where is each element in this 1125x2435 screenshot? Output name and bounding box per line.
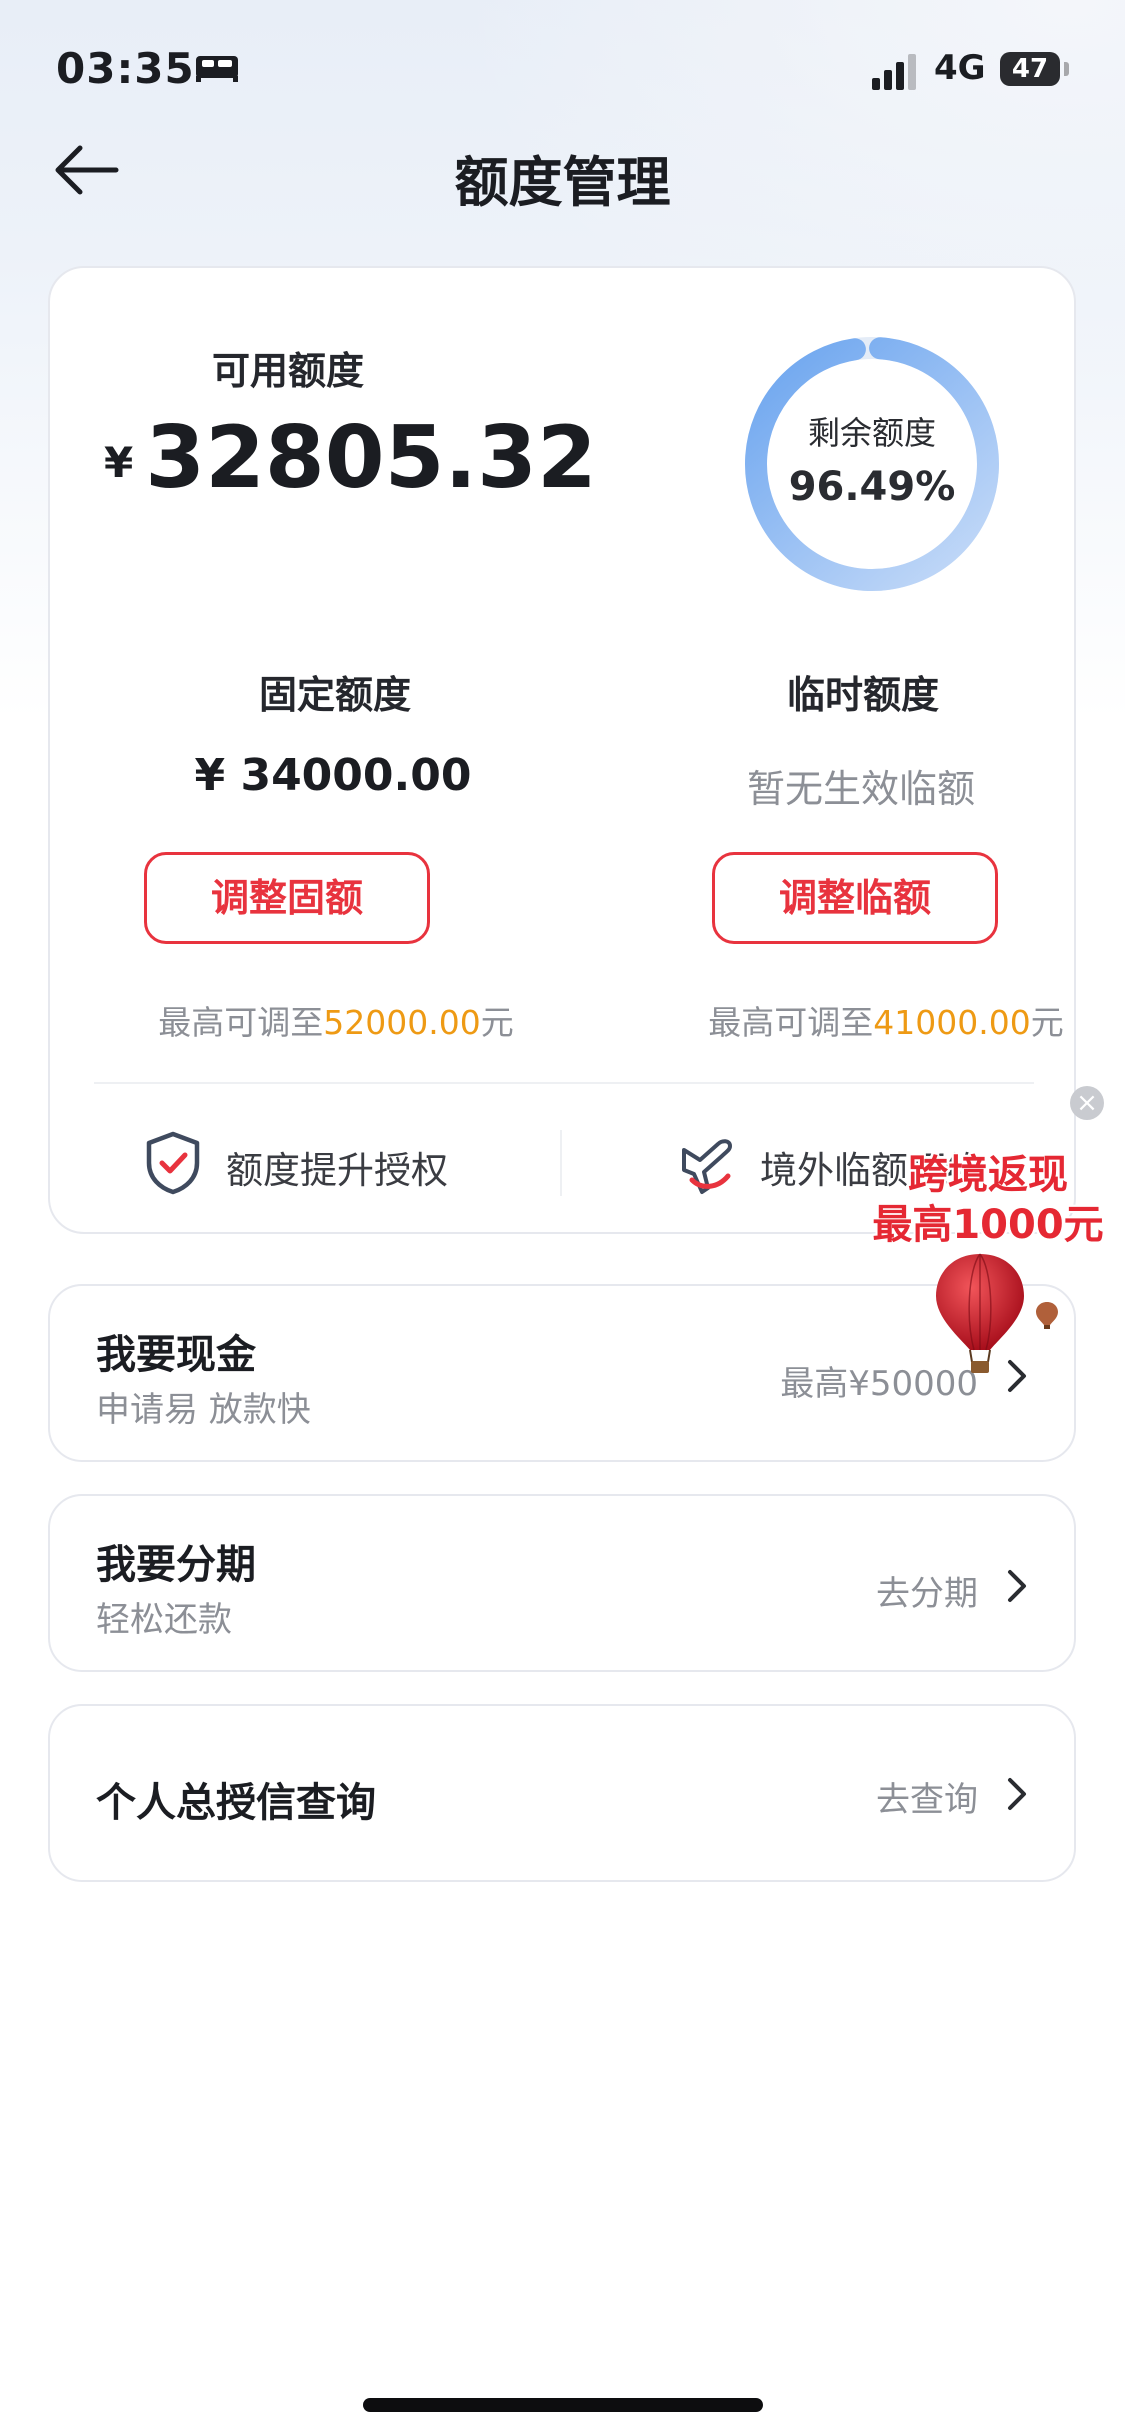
status-bar: 03:35 4G 47 [0,0,1125,140]
temp-limit-title: 临时额度 [786,673,939,717]
hot-air-balloon-icon [936,1253,1024,1373]
sleep-focus-icon [196,56,238,82]
max-suffix: 元 [1030,1003,1064,1042]
available-amount-value: 32805.32 [145,408,597,508]
page-title: 额度管理 [454,151,671,214]
network-type: 4G [934,48,986,88]
fixed-max-value: 52000.00 [323,1003,481,1042]
max-prefix: 最高可调至 [708,1003,874,1042]
credit-limit-card: 可用额度 ¥32805.32 剩余额度 96.49% 固定额度 ¥ 34000.… [48,266,1076,1234]
fixed-limit-title: 固定额度 [258,673,411,717]
chevron-right-icon [1008,1778,1026,1810]
max-suffix: 元 [480,1003,514,1042]
feature-label: 额度提升授权 [226,1149,448,1192]
row-title: 个人总授信查询 [96,1780,376,1826]
airplane-icon [682,1139,732,1194]
temp-limit-status: 暂无生效临额 [746,767,975,811]
fixed-max-note: 最高可调至52000.00元 [126,996,546,1044]
credit-report-row[interactable]: 个人总授信查询 去查询 [48,1704,1076,1882]
currency-symbol: ¥ [104,438,134,487]
shield-check-icon [146,1131,200,1195]
row-title: 我要分期 [96,1542,256,1588]
row-right-text: 去查询 [876,1780,978,1820]
temp-max-value: 41000.00 [873,1003,1031,1042]
row-subtitle: 轻松还款 [96,1600,232,1640]
row-subtitle: 申请易 放款快 [96,1390,311,1430]
limit-increase-auth-button[interactable]: 额度提升授权 [144,1120,524,1206]
ring-percent-value: 96.49% [788,464,956,510]
cash-loan-row[interactable]: 我要现金 申请易 放款快 最高¥50000 [48,1284,1076,1462]
ring-label: 剩余额度 [807,414,936,452]
feature-divider [560,1130,562,1196]
installment-row[interactable]: 我要分期 轻松还款 去分期 [48,1494,1076,1672]
status-time: 03:35 [56,44,195,93]
max-prefix: 最高可调至 [158,1003,324,1042]
cellular-signal-icon [872,54,916,90]
small-balloon-icon [1036,1302,1058,1329]
row-title: 我要现金 [96,1332,256,1378]
row-right-text: 去分期 [876,1574,978,1614]
temp-max-note: 最高可调至41000.00元 [676,996,1096,1044]
promo-line1: 跨境返现 [908,1152,1068,1198]
available-limit-amount: ¥32805.32 [104,408,597,508]
available-limit-label: 可用额度 [212,349,365,393]
adjust-fixed-limit-button[interactable]: 调整固额 [144,852,430,944]
cross-border-cashback-promo[interactable]: 跨境返现 最高1000元 [868,1150,1108,1373]
fixed-limit-amount: ¥ 34000.00 [194,750,472,801]
chevron-right-icon [1008,1570,1026,1602]
battery-tip [1064,62,1069,76]
adjust-temp-limit-button[interactable]: 调整临额 [712,852,998,944]
promo-line2: 最高1000元 [872,1202,1104,1248]
promo-close-button[interactable]: × [1070,1086,1104,1120]
card-divider [94,1082,1034,1084]
battery-icon: 47 [1000,52,1060,86]
home-indicator[interactable] [363,2398,763,2412]
